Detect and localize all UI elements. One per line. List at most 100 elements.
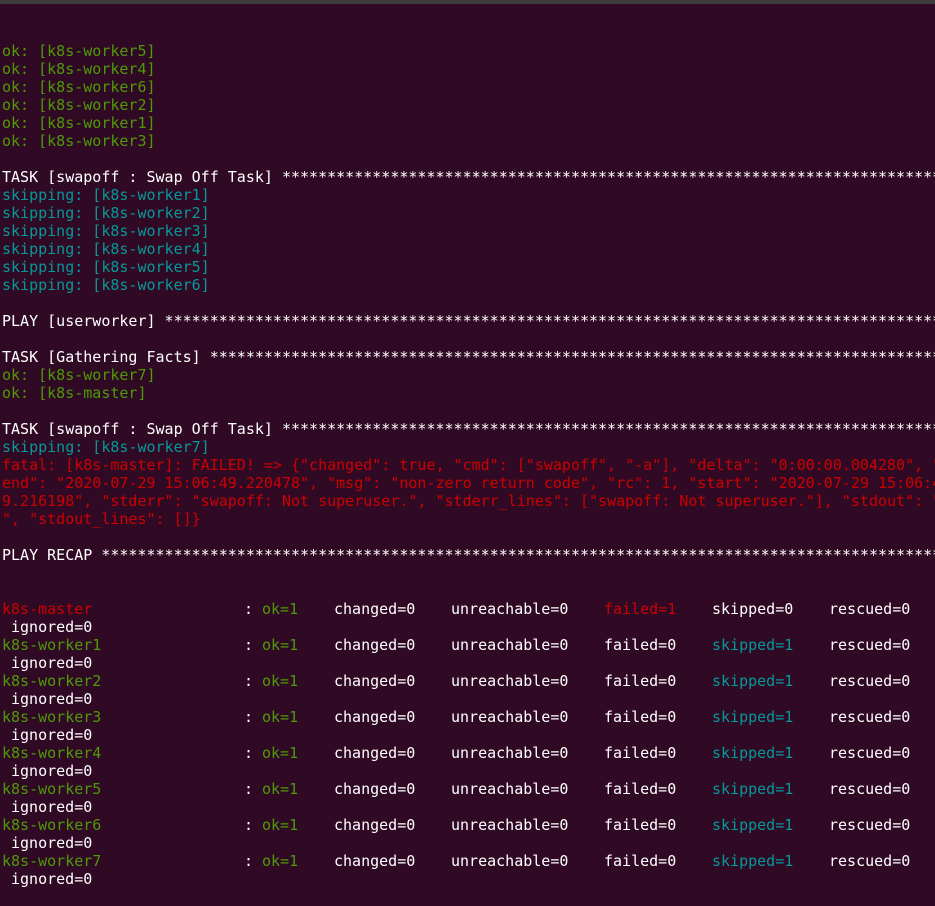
recap-rescued: rescued=0: [829, 672, 911, 690]
recap-ok: ok=1: [262, 852, 299, 870]
ok-line: ok: [k8s-worker3]: [2, 132, 156, 150]
recap-rescued: rescued=0: [829, 852, 911, 870]
recap-host: k8s-worker4: [2, 744, 102, 762]
recap-skipped: skipped=0: [712, 600, 794, 618]
recap-host: k8s-worker6: [2, 816, 102, 834]
recap-colon: :: [244, 708, 254, 726]
recap-unreachable: unreachable=0: [451, 672, 569, 690]
recap-changed: changed=0: [334, 672, 416, 690]
recap-unreachable: unreachable=0: [451, 780, 569, 798]
recap-colon: :: [244, 780, 254, 798]
recap-row: k8s-worker6: ok=1 changed=0 unreachable=0 fa…: [2, 816, 935, 834]
recap-failed: failed=0: [604, 708, 677, 726]
recap-ok: ok=1: [262, 708, 299, 726]
recap-host: k8s-worker3: [2, 708, 102, 726]
ok-line: ok: [k8s-worker6]: [2, 78, 156, 96]
recap-row: k8s-worker2: ok=1 changed=0 unreachable=0 fa…: [2, 672, 935, 690]
skip-line: skipping: [k8s-worker6]: [2, 276, 210, 294]
recap-ignored: ignored=0: [11, 618, 93, 636]
recap-changed: changed=0: [334, 600, 416, 618]
skip-line: skipping: [k8s-worker3]: [2, 222, 210, 240]
task-header-line: TASK [Gathering Facts] *****************…: [2, 348, 935, 366]
play-recap-table: k8s-master: ok=1 changed=0 unreachable=0 fai…: [2, 600, 935, 888]
recap-failed: failed=0: [604, 852, 677, 870]
recap-host: k8s-worker5: [2, 780, 102, 798]
fatal-line: 9.216198", "stderr": "swapoff: Not super…: [2, 492, 935, 510]
fatal-line: ", "stdout_lines": []}: [2, 510, 201, 528]
recap-row: k8s-worker7: ok=1 changed=0 unreachable=0 fa…: [2, 852, 935, 870]
recap-colon: :: [244, 672, 254, 690]
recap-unreachable: unreachable=0: [451, 852, 569, 870]
recap-skipped: skipped=1: [712, 744, 794, 762]
recap-failed: failed=0: [604, 672, 677, 690]
recap-row: k8s-worker3: ok=1 changed=0 unreachable=0 fa…: [2, 708, 935, 726]
recap-failed: failed=0: [604, 636, 677, 654]
skip-line: skipping: [k8s-worker5]: [2, 258, 210, 276]
fatal-line: end": "2020-07-29 15:06:49.220478", "msg…: [2, 474, 935, 492]
recap-host: k8s-master: [2, 600, 93, 618]
ok-line: ok: [k8s-worker4]: [2, 60, 156, 78]
recap-changed: changed=0: [334, 708, 416, 726]
recap-rescued: rescued=0: [829, 816, 911, 834]
recap-skipped: skipped=1: [712, 708, 794, 726]
window-top-border: [0, 0, 935, 4]
recap-row: k8s-master: ok=1 changed=0 unreachable=0 fai…: [2, 600, 935, 618]
recap-changed: changed=0: [334, 744, 416, 762]
recap-changed: changed=0: [334, 636, 416, 654]
recap-ok: ok=1: [262, 780, 299, 798]
recap-failed: failed=0: [604, 816, 677, 834]
recap-failed: failed=0: [604, 744, 677, 762]
recap-unreachable: unreachable=0: [451, 816, 569, 834]
recap-row: k8s-worker5: ok=1 changed=0 unreachable=0 fa…: [2, 780, 935, 798]
recap-failed: failed=0: [604, 780, 677, 798]
task-header-line: PLAY RECAP *****************************…: [2, 546, 935, 564]
recap-rescued: rescued=0: [829, 780, 911, 798]
ok-line: ok: [k8s-worker5]: [2, 42, 156, 60]
terminal-output[interactable]: ok: [k8s-worker5] ok: [k8s-worker4] ok: [k…: [2, 6, 935, 906]
recap-rescued: rescued=0: [829, 636, 911, 654]
skip-line: skipping: [k8s-worker4]: [2, 240, 210, 258]
recap-ignored: ignored=0: [11, 798, 93, 816]
skip-line: skipping: [k8s-worker2]: [2, 204, 210, 222]
recap-skipped: skipped=1: [712, 852, 794, 870]
recap-skipped: skipped=1: [712, 636, 794, 654]
recap-skipped: skipped=1: [712, 780, 794, 798]
recap-colon: :: [244, 600, 254, 618]
recap-ignored: ignored=0: [11, 870, 93, 888]
recap-colon: :: [244, 744, 254, 762]
recap-unreachable: unreachable=0: [451, 600, 569, 618]
ok-line: ok: [k8s-worker2]: [2, 96, 156, 114]
recap-ignored: ignored=0: [11, 762, 93, 780]
task-header-line: PLAY [userworker] **********************…: [2, 312, 935, 330]
recap-row: k8s-worker1: ok=1 changed=0 unreachable=0 fa…: [2, 636, 935, 654]
recap-unreachable: unreachable=0: [451, 636, 569, 654]
recap-rescued: rescued=0: [829, 744, 911, 762]
recap-colon: :: [244, 852, 254, 870]
recap-unreachable: unreachable=0: [451, 744, 569, 762]
recap-ok: ok=1: [262, 672, 299, 690]
recap-changed: changed=0: [334, 852, 416, 870]
log-lines: ok: [k8s-worker5] ok: [k8s-worker4] ok: [k…: [2, 42, 935, 564]
skip-line: skipping: [k8s-worker1]: [2, 186, 210, 204]
ok-line: ok: [k8s-master]: [2, 384, 147, 402]
task-header-line: TASK [swapoff : Swap Off Task] *********…: [2, 420, 935, 438]
ok-line: ok: [k8s-worker7]: [2, 366, 156, 384]
ok-line: ok: [k8s-worker1]: [2, 114, 156, 132]
recap-rescued: rescued=0: [829, 708, 911, 726]
recap-ok: ok=1: [262, 816, 299, 834]
skip-line: skipping: [k8s-worker7]: [2, 438, 210, 456]
recap-changed: changed=0: [334, 816, 416, 834]
recap-failed: failed=1: [604, 600, 677, 618]
recap-colon: :: [244, 816, 254, 834]
recap-ignored: ignored=0: [11, 834, 93, 852]
fatal-line: fatal: [k8s-master]: FAILED! => {"change…: [2, 456, 935, 474]
recap-skipped: skipped=1: [712, 816, 794, 834]
recap-ok: ok=1: [262, 744, 299, 762]
recap-ok: ok=1: [262, 636, 299, 654]
task-header-line: TASK [swapoff : Swap Off Task] *********…: [2, 168, 935, 186]
recap-changed: changed=0: [334, 780, 416, 798]
recap-row: k8s-worker4: ok=1 changed=0 unreachable=0 fa…: [2, 744, 935, 762]
